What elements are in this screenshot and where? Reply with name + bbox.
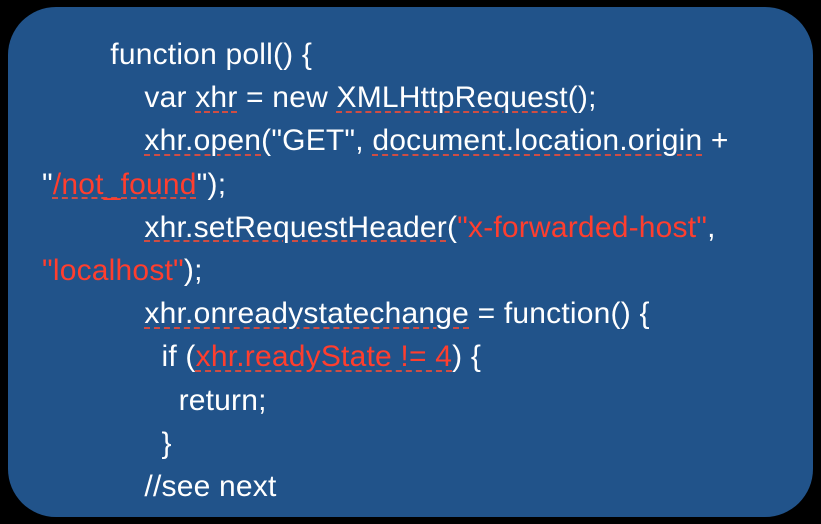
code-panel: function poll() { var xhr = new XMLHttpR… <box>8 7 813 517</box>
code-text: var <box>144 81 195 114</box>
code-text: return; <box>179 384 267 417</box>
indent <box>42 211 144 244</box>
code-line-5: xhr.onreadystatechange = function() { <box>42 292 779 335</box>
code-line-4: xhr.setRequestHeader("x-forwarded-host",… <box>42 206 779 292</box>
code-text: = new <box>238 81 337 114</box>
code-line-9: //see next <box>42 465 779 508</box>
code-text: if ( <box>162 340 196 373</box>
indent <box>42 38 110 71</box>
code-text-underlined: xhr.setRequestHeader <box>144 211 447 244</box>
code-text: //see next <box>144 470 276 503</box>
code-line-6: if (xhr.readyState != 4) { <box>42 335 779 378</box>
code-line-2: var xhr = new XMLHttpRequest(); <box>42 76 779 119</box>
code-text: ( <box>447 211 457 244</box>
code-line-3: xhr.open("GET", document.location.origin… <box>42 119 779 205</box>
code-text: } <box>162 427 172 460</box>
code-text-underlined: xhr.open <box>144 124 261 157</box>
code-text-red: "x-forwarded-host" <box>457 211 707 244</box>
code-text: (); <box>568 81 597 114</box>
indent <box>42 81 144 114</box>
code-line-8: } <box>42 422 779 465</box>
code-text-underlined: xhr <box>195 81 237 114</box>
indent <box>42 384 179 417</box>
code-text-red: xhr.readyState != 4 <box>196 340 452 373</box>
code-text: "); <box>197 168 227 201</box>
indent <box>42 124 144 157</box>
code-text-underlined: XMLHttpRequest <box>336 81 567 114</box>
code-text: ); <box>184 254 203 287</box>
code-text-red: /not_found <box>53 168 197 201</box>
indent <box>42 340 162 373</box>
code-text-underlined: xhr.onreadystatechange <box>144 297 469 330</box>
code-line-7: return; <box>42 379 779 422</box>
code-text: ) { <box>452 340 481 373</box>
code-text: ("GET", <box>261 124 372 157</box>
code-text: = function() { <box>469 297 650 330</box>
code-line-1: function poll() { <box>42 33 779 76</box>
indent <box>42 297 144 330</box>
indent <box>42 470 144 503</box>
code-text: function poll() { <box>110 38 312 71</box>
indent <box>42 427 162 460</box>
code-text-red: "localhost" <box>42 254 184 287</box>
code-text: , <box>707 211 724 244</box>
code-text-underlined: document.location.origin <box>372 124 702 157</box>
